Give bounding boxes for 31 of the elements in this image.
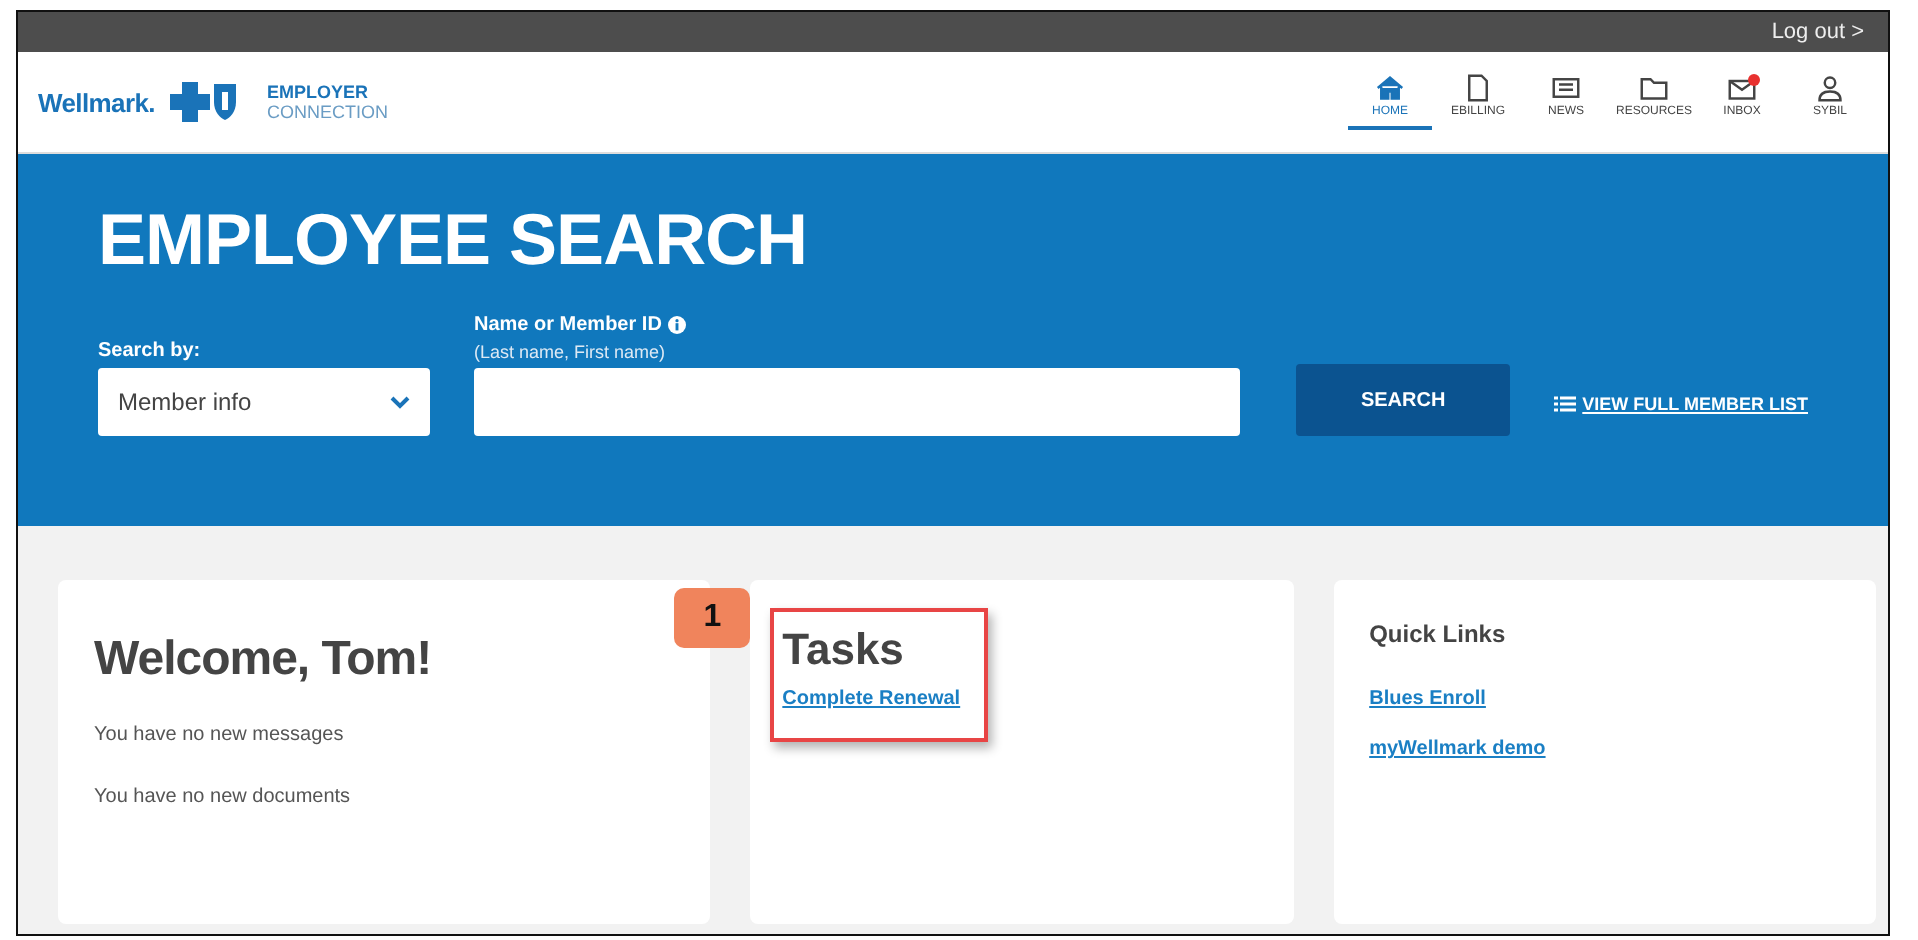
- quick-links-heading: Quick Links: [1369, 620, 1508, 648]
- quick-link[interactable]: myWellmark demo: [1369, 738, 1841, 760]
- field-label: Search by:: [98, 340, 203, 362]
- info-icon: [667, 316, 686, 334]
- full-member-list-link[interactable]: VIEW FULL MEMBER LIST: [1554, 394, 1808, 414]
- product-subtitle: CONNECTION: [266, 102, 388, 122]
- welcome-heading: Welcome, Tom!: [94, 632, 434, 688]
- folder-icon: [1640, 74, 1668, 102]
- chevron-down-icon: [390, 395, 410, 409]
- field-label: Name or Member ID: [474, 314, 662, 336]
- mail-icon: [1728, 74, 1756, 102]
- cross-shield-logo-icon: [170, 82, 239, 122]
- field-hint: (Last name, First name): [474, 342, 668, 362]
- brand-name: Wellmark.: [38, 87, 155, 117]
- newspaper-icon: [1552, 74, 1580, 102]
- step-number: 1: [674, 588, 751, 648]
- name-input-field[interactable]: [474, 368, 1240, 436]
- document-icon: [1464, 74, 1492, 102]
- task-link[interactable]: Complete Renewal: [782, 688, 961, 710]
- list-icon: [1554, 396, 1577, 412]
- search-button[interactable]: SEARCH: [1296, 364, 1511, 436]
- logout-link[interactable]: Log out >: [1771, 20, 1864, 44]
- product-name: EMPLOYER: [266, 82, 370, 102]
- status-message: You have no new documents: [94, 786, 353, 808]
- home-icon: [1376, 74, 1404, 102]
- status-message: You have no new messages: [94, 724, 346, 746]
- quick-link[interactable]: Blues Enroll: [1369, 688, 1841, 710]
- page-title: EMPLOYEE SEARCH: [98, 198, 810, 282]
- search-by-dropdown[interactable]: Member info: [98, 368, 430, 436]
- tasks-heading: Tasks: [782, 624, 906, 676]
- user-icon: [1816, 74, 1844, 102]
